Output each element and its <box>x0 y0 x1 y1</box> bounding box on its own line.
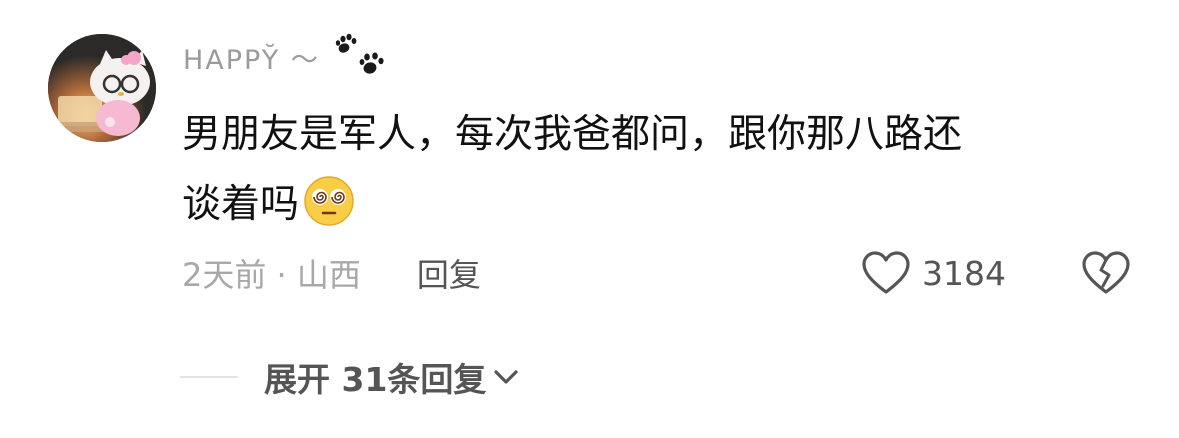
like-count: 3184 <box>922 253 1006 293</box>
hello-kitty-avatar-icon <box>48 34 156 142</box>
heart-outline-icon <box>862 251 910 294</box>
expand-replies-button[interactable]: 展开 31条回复 <box>180 354 520 400</box>
comment-text: 男朋友是军人，每次我爸都问，跟你那八路还 谈着吗 <box>182 100 1142 240</box>
divider-line <box>180 376 238 378</box>
user-avatar[interactable] <box>48 34 156 142</box>
username[interactable]: HAPPY̆ ～ <box>183 38 320 77</box>
username-row: HAPPY̆ ～ <box>183 32 388 82</box>
reply-button[interactable]: 回复 <box>417 250 481 296</box>
expand-replies-label: 展开 31条回复 <box>264 360 487 399</box>
broken-heart-icon <box>1082 251 1130 294</box>
comment-text-line-2-wrap: 谈着吗 <box>182 170 1142 240</box>
dizzy-face-emoji-icon <box>304 176 354 226</box>
like-button[interactable]: 3184 <box>860 248 1006 298</box>
paw-prints-icon <box>335 33 384 74</box>
time-location: 2天前 · 山西 <box>182 256 361 294</box>
comment-text-line-2: 谈着吗 <box>182 182 300 227</box>
dislike-button[interactable] <box>1080 250 1132 296</box>
chevron-down-icon <box>494 370 519 384</box>
comment-text-line-1: 男朋友是军人，每次我爸都问，跟你那八路还 <box>182 112 963 157</box>
comment-item: HAPPY̆ ～ 男朋友是军人，每次我爸都问，跟你那八路还 谈着吗 2天前 · … <box>0 0 1179 438</box>
